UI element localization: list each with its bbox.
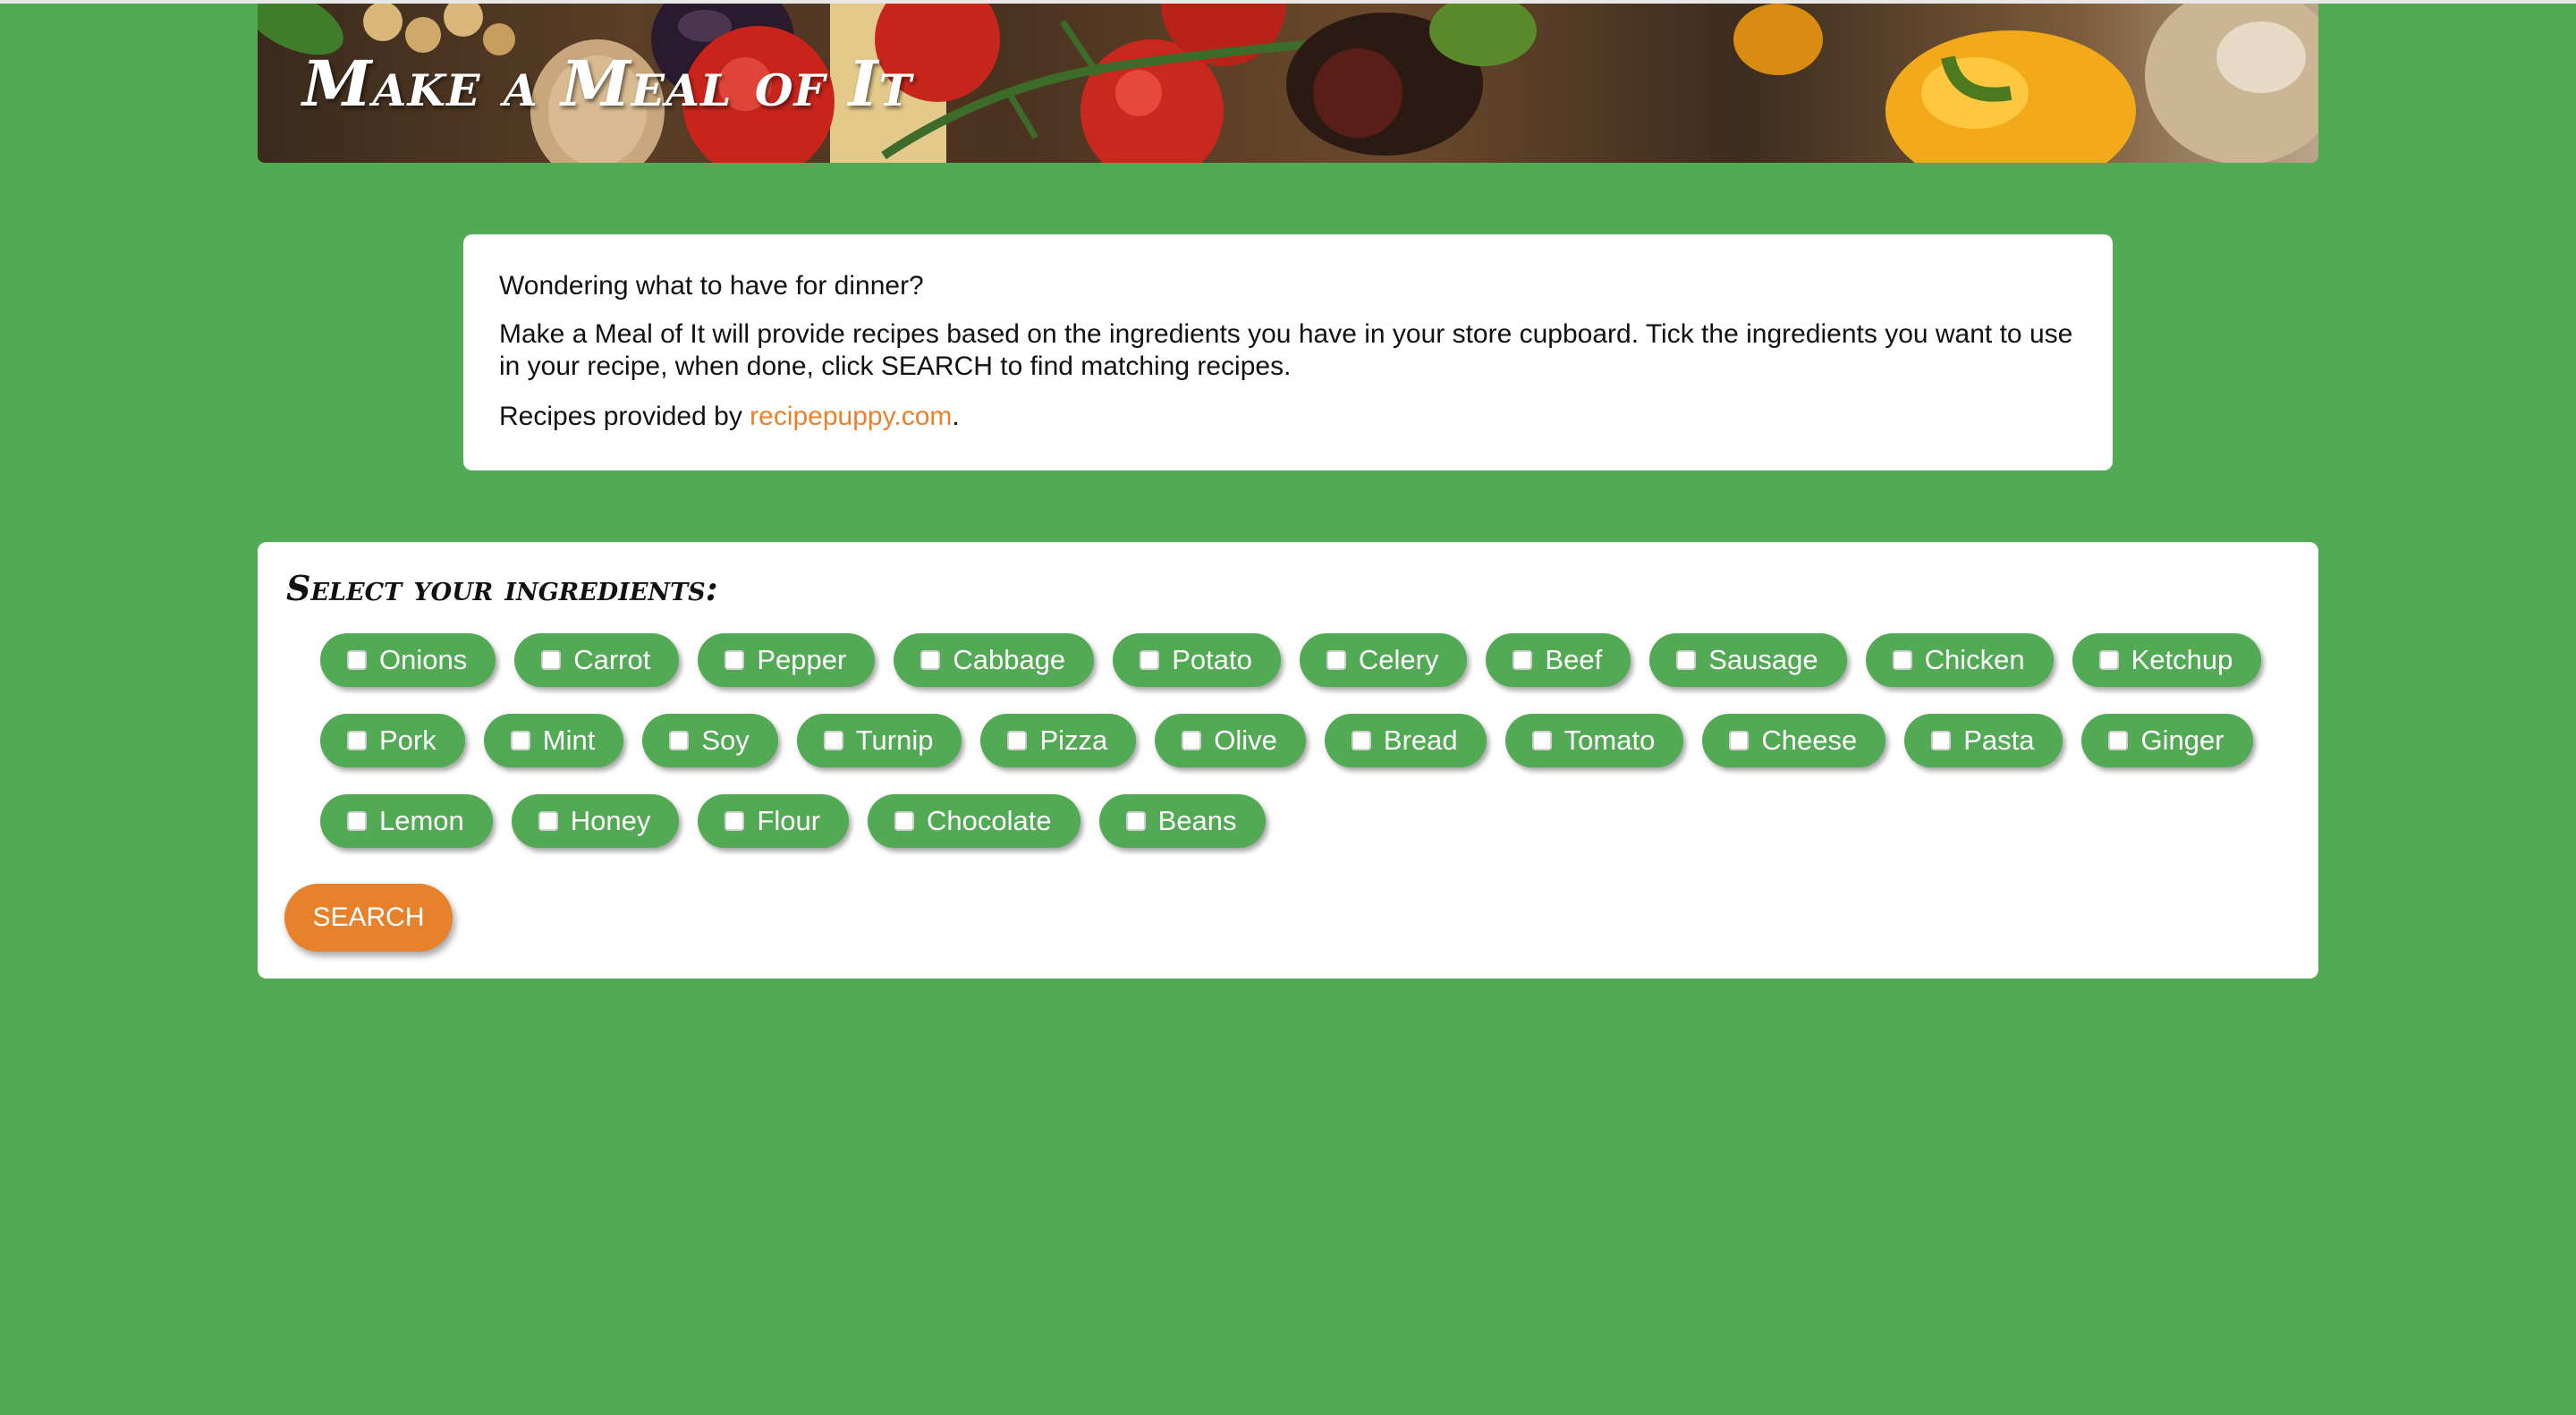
ingredient-label: Honey [570,805,651,836]
ingredient-option-chicken[interactable]: Chicken [1865,633,2054,687]
intro-description: Make a Meal of It will provide recipes b… [499,319,2073,381]
credit-suffix: . [952,402,960,431]
ingredient-option-pork[interactable]: Pork [320,714,465,767]
credit-prefix: Recipes provided by [499,402,750,431]
ingredients-panel: Select your ingredients: Onions Carrot Pep… [258,542,2318,979]
ingredient-checkbox[interactable] [510,731,530,750]
ingredient-label: Turnip [855,724,934,756]
ingredient-label: Soy [701,724,750,756]
ingredient-option-celery[interactable]: Celery [1299,633,1468,687]
ingredient-label: Chicken [1924,644,2025,675]
ingredient-option-ketchup[interactable]: Ketchup [2072,633,2262,687]
ingredient-label: Beef [1545,644,1603,675]
ingredient-checkbox[interactable] [724,650,745,670]
ingredient-label: Flour [757,805,821,836]
intro-credit: Recipes provided by recipepuppy.com. [499,401,2077,433]
ingredient-label: Beans [1157,805,1237,836]
ingredient-option-turnip[interactable]: Turnip [796,714,962,767]
ingredient-checkbox[interactable] [347,731,367,750]
ingredient-option-olive[interactable]: Olive [1155,714,1306,767]
ingredient-checkbox[interactable] [2098,650,2119,670]
ingredient-checkbox[interactable] [1007,731,1028,750]
recipepuppy-link[interactable]: recipepuppy.com [750,402,952,431]
ingredient-checkbox[interactable] [669,731,690,750]
ingredient-option-tomato[interactable]: Tomato [1504,714,1684,767]
ingredient-label: Ketchup [2131,644,2233,675]
ingredient-option-bread[interactable]: Bread [1324,714,1487,767]
ingredient-row: Onions Carrot Pepper Cabbage Potato Celery Bee… [320,633,2292,687]
ingredient-option-potato[interactable]: Potato [1113,633,1281,687]
intro-panel: Wondering what to have for dinner? Make … [463,234,2113,470]
ingredient-checkbox[interactable] [894,811,915,831]
ingredient-label: Bread [1383,724,1458,756]
ingredient-checkbox[interactable] [823,731,843,750]
ingredient-option-beef[interactable]: Beef [1486,633,1631,687]
page-title: Make a Meal of It [302,47,912,121]
ingredient-option-pizza[interactable]: Pizza [980,714,1137,767]
ingredient-checkbox[interactable] [1676,650,1697,670]
ingredient-checkbox[interactable] [1140,650,1160,670]
ingredient-label: Cabbage [953,644,1066,675]
ingredients-heading: Select your ingredients: [286,568,718,608]
ingredient-option-honey[interactable]: Honey [511,794,680,848]
ingredient-checkbox[interactable] [1513,650,1533,670]
ingredient-checkbox[interactable] [1351,731,1371,750]
ingredient-checkbox[interactable] [1892,650,1912,670]
ingredient-option-sausage[interactable]: Sausage [1649,633,1847,687]
ingredient-label: Celery [1358,644,1439,675]
ingredient-checkbox[interactable] [1125,811,1146,831]
ingredient-checkbox[interactable] [538,811,558,831]
ingredient-label: Sausage [1708,644,1818,675]
ingredient-checkbox[interactable] [347,650,367,670]
ingredient-option-pepper[interactable]: Pepper [698,633,876,687]
ingredient-list: Onions Carrot Pepper Cabbage Potato Celery Bee… [284,633,2292,848]
ingredient-row: Pork Mint Soy Turnip Pizza Olive Bread Tomato Ch… [320,714,2292,767]
ingredient-label: Cheese [1761,724,1858,756]
ingredient-row: Lemon Honey Flour Chocolate Beans [320,794,2292,848]
ingredient-checkbox[interactable] [920,650,941,670]
ingredient-option-beans[interactable]: Beans [1098,794,1266,848]
ingredient-label: Lemon [379,805,464,836]
intro-question: Wondering what to have for dinner? [499,271,924,301]
ingredient-label: Pork [379,724,436,756]
ingredient-option-ginger[interactable]: Ginger [2081,714,2253,767]
ingredient-label: Onions [379,644,468,675]
ingredient-option-chocolate[interactable]: Chocolate [868,794,1080,848]
ingredient-label: Potato [1172,644,1252,675]
ingredient-option-flour[interactable]: Flour [698,794,850,848]
ingredient-option-soy[interactable]: Soy [642,714,778,767]
ingredient-option-onions[interactable]: Onions [320,633,496,687]
ingredient-checkbox[interactable] [1729,731,1750,750]
ingredient-label: Tomato [1563,724,1656,756]
ingredient-label: Olive [1214,724,1277,756]
ingredient-checkbox[interactable] [724,811,745,831]
ingredient-label: Pizza [1039,724,1108,756]
ingredient-label: Chocolate [927,805,1052,836]
ingredient-option-pasta[interactable]: Pasta [1904,714,2063,767]
ingredient-label: Mint [542,724,596,756]
ingredient-option-mint[interactable]: Mint [483,714,624,767]
ingredient-option-lemon[interactable]: Lemon [320,794,493,848]
ingredient-checkbox[interactable] [1531,731,1552,750]
ingredient-option-carrot[interactable]: Carrot [514,633,680,687]
ingredient-label: Ginger [2140,724,2224,756]
ingredient-label: Carrot [573,644,651,675]
ingredient-checkbox[interactable] [347,811,367,831]
ingredient-checkbox[interactable] [1931,731,1952,750]
ingredient-option-cabbage[interactable]: Cabbage [894,633,1095,687]
ingredient-option-cheese[interactable]: Cheese [1702,714,1886,767]
ingredient-checkbox[interactable] [2108,731,2129,750]
ingredient-label: Pasta [1963,724,2035,756]
ingredient-checkbox[interactable] [1182,731,1202,750]
header-banner: Make a Meal of It [258,4,2318,163]
search-button[interactable]: SEARCH [284,884,453,952]
ingredient-checkbox[interactable] [541,650,562,670]
ingredient-label: Pepper [757,644,847,675]
ingredient-checkbox[interactable] [1326,650,1346,670]
